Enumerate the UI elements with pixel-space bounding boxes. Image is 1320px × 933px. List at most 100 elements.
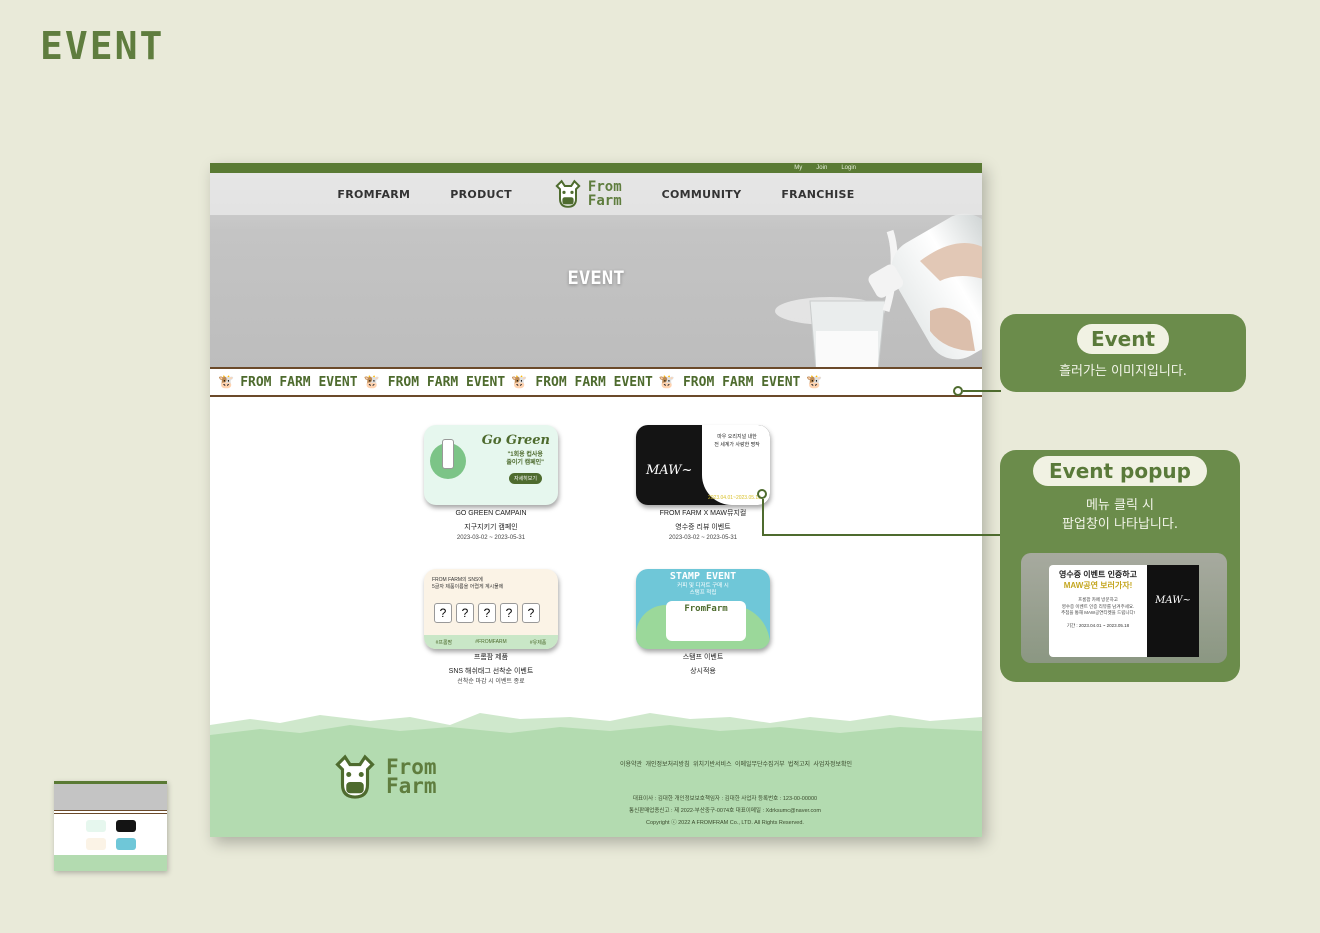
topbar: My Join Login: [210, 163, 982, 173]
site-logo[interactable]: From Farm: [552, 178, 622, 210]
thumbnail-cards: [54, 814, 167, 854]
thumbnail-footer: [54, 855, 167, 871]
cow-logo-icon: 🐮: [658, 374, 675, 390]
popup-title: 영수증 이벤트 인증하고: [1058, 570, 1138, 579]
topbar-join-link[interactable]: Join: [816, 165, 827, 171]
connector-line: [762, 499, 764, 535]
popup-callout-desc-2: 팝업창이 나타납니다.: [1062, 517, 1178, 532]
stamp-heading: STAMP EVENT: [669, 571, 737, 582]
cow-logo-icon: [335, 754, 375, 799]
nav-product[interactable]: PRODUCT: [450, 188, 512, 201]
card-title: 프롬팜 제품: [473, 654, 509, 661]
footer: From Farm 이용약관 개인정보처리방침 위치기반서비스 이메일무단수집거…: [210, 707, 982, 837]
go-green-detail-button[interactable]: 자세히보기: [508, 473, 542, 484]
connector-line: [963, 390, 1001, 392]
popup-window: 영수증 이벤트 인증하고 MAW공연 보러가자! 프롬팜 카페 방문하고 영수증…: [1049, 565, 1199, 657]
sns-box-row: ? ? ? ? ?: [434, 603, 540, 623]
footer-copyright: Copyright ⓒ 2022 A FROMFRAM Co., LTD. Al…: [646, 820, 804, 826]
thumbnail-card: [116, 820, 136, 832]
marquee-marker-dot: [953, 386, 963, 396]
footer-link[interactable]: 위치기반서비스: [693, 762, 732, 768]
footer-link[interactable]: 개인정보처리방침: [645, 762, 689, 768]
stamp-card: FromFarm: [666, 601, 746, 641]
go-green-line: 줄이기 캠페인": [506, 460, 544, 466]
maw-marker-dot: [757, 489, 767, 499]
cow-logo-icon: 🐮: [511, 374, 528, 390]
go-green-heading: Go Green: [481, 433, 550, 448]
maw-date: 2023.04.01~2023.05.18: [708, 495, 761, 501]
footer-hills: [210, 713, 982, 837]
sns-tag: #FROMFARM: [475, 639, 507, 645]
logo-text-farm: Farm: [587, 193, 622, 209]
cow-logo-icon: 🐮: [218, 374, 235, 390]
sns-box: ?: [456, 603, 474, 623]
stamp-logo: FromFarm: [684, 604, 728, 614]
card-title: FROM FARM X MAW뮤지컬: [659, 510, 747, 517]
website-mockup: My Join Login FROMFARM PRODUCT From Farm…: [210, 163, 982, 837]
card-date: 선착순 마감 시 이벤트 종료: [457, 679, 525, 685]
sns-tag: #프롬팜: [435, 639, 453, 646]
sns-box: ?: [500, 603, 518, 623]
footer-info-line: 대표이사 : 김대한 개인정보보호책임자 : 김대한 사업자 등록번호 : 12…: [632, 796, 818, 802]
cow-logo-icon: 🐮: [806, 374, 823, 390]
sns-line: 5글자 제품이름을 어렵게 계시물에: [432, 584, 504, 590]
cow-logo-icon: [555, 179, 581, 208]
nav-franchise[interactable]: FRANCHISE: [781, 188, 854, 201]
stamp-card-image: STAMP EVENT 커피 및 디저트 구매 시 스탬프 적립 FromFar…: [636, 569, 770, 649]
marquee-item: FROM FARM EVENT 🐮: [535, 375, 675, 390]
hero-banner: FROMFARM PRODUCT From Farm COMMUNITY FRA…: [210, 173, 982, 367]
marquee-item: 🐮 FROM FARM EVENT 🐮: [218, 375, 380, 390]
popup-line: 추첨을 통해 MAW공연티켓을 드립니다!: [1061, 610, 1135, 615]
popup-callout-desc-1: 메뉴 클릭 시: [1085, 498, 1155, 513]
footer-info: 대표이사 : 김대한 개인정보보호책임자 : 김대한 사업자 등록번호 : 12…: [610, 793, 840, 829]
popup-title-highlight: MAW공연 보러가자!: [1063, 581, 1133, 590]
topbar-login-link[interactable]: Login: [841, 165, 856, 171]
event-callout: Event 흘러가는 이미지입니다.: [1000, 314, 1246, 392]
thumbnail-card: [116, 838, 136, 850]
footer-link[interactable]: 이용약관: [620, 762, 642, 768]
marquee-text: FROM FARM EVENT: [535, 374, 653, 390]
maw-heading: MAW~: [646, 463, 693, 478]
go-green-line: "1회용 컵사용: [507, 452, 543, 458]
footer-links: 이용약관 개인정보처리방침 위치기반서비스 이메일무단수집거부 법적고지 사업자…: [620, 759, 852, 768]
event-card-go-green[interactable]: Go Green "1회용 컵사용 줄이기 캠페인" 자세히보기 GO GREE…: [416, 425, 566, 543]
card-subtitle: 상시적용: [690, 668, 716, 675]
maw-line: 전 세계가 사랑한 명작: [714, 442, 760, 448]
footer-link[interactable]: 법적고지: [788, 762, 810, 768]
thumbnail-hero: [54, 784, 167, 810]
event-callout-title: Event: [1076, 324, 1170, 354]
footer-link[interactable]: 사업자정보확인: [813, 762, 852, 768]
card-date: 2023-03-02 ~ 2023-05-31: [668, 535, 738, 541]
card-subtitle: 영수증 리뷰 이벤트: [675, 524, 731, 531]
marquee-text: FROM FARM EVENT: [387, 374, 506, 390]
footer-info-line: 통신판매업종신고 : 제 2022-부산중구-0074호 대표이메일 : Xdr…: [629, 808, 821, 814]
sns-box: ?: [434, 603, 452, 623]
marquee-text: FROM FARM EVENT: [682, 374, 801, 390]
popup-callout-title: Event popup: [1033, 456, 1207, 486]
thumbnail-card: [86, 838, 106, 850]
main-nav: FROMFARM PRODUCT From Farm COMMUNITY FRA…: [210, 173, 982, 215]
thumbnail-card: [86, 820, 106, 832]
hero-title: EVENT: [567, 267, 625, 289]
card-subtitle: 지구지키기 캠페인: [464, 524, 518, 531]
stamp-line: 커피 및 디저트 구매 시: [677, 583, 729, 589]
nav-community[interactable]: COMMUNITY: [662, 188, 742, 201]
topbar-my-link[interactable]: My: [794, 165, 802, 171]
card-title: 스탬프 이벤트: [682, 654, 724, 661]
stamp-line: 스탬프 적립: [689, 590, 717, 596]
maw-line: 마우 오리지널 내한: [717, 434, 757, 440]
sns-box: ?: [522, 603, 540, 623]
event-card-sns[interactable]: FROM FARM의 SNS에 5글자 제품이름을 어렵게 계시물에 ? ? ?…: [416, 569, 566, 687]
sns-card-image: FROM FARM의 SNS에 5글자 제품이름을 어렵게 계시물에 ? ? ?…: [424, 569, 558, 649]
nav-fromfarm[interactable]: FROMFARM: [337, 188, 410, 201]
full-page-thumbnail: [54, 781, 167, 871]
popup-callout: Event popup 메뉴 클릭 시 팝업창이 나타납니다. 영수증 이벤트 …: [1000, 450, 1240, 682]
event-card-maw[interactable]: MAW~ 마우 오리지널 내한 전 세계가 사랑한 명작 2023.04.01~…: [628, 425, 778, 543]
sns-line: FROM FARM의 SNS에: [432, 577, 483, 583]
event-card-stamp[interactable]: STAMP EVENT 커피 및 디저트 구매 시 스탬프 적립 FromFar…: [628, 569, 778, 677]
go-green-card-image: Go Green "1회용 컵사용 줄이기 캠페인" 자세히보기: [424, 425, 558, 505]
footer-logo[interactable]: From Farm: [330, 752, 437, 802]
popup-date: 기간 : 2023.04.01 ~ 2023.05.18: [1066, 622, 1130, 628]
marquee-item: FROM FARM EVENT 🐮: [388, 375, 528, 390]
footer-link[interactable]: 이메일무단수집거부: [735, 762, 785, 768]
